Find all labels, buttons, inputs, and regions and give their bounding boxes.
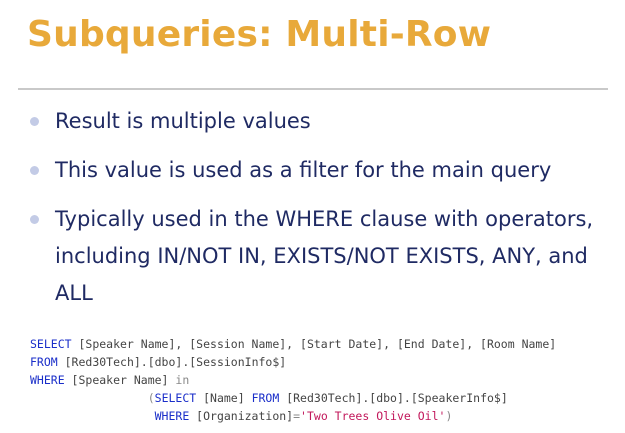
sql-line: WHERE [Organization]='Two Trees Olive Oi… [30, 409, 453, 423]
sql-line: WHERE [Speaker Name] in [30, 373, 189, 387]
sql-indent [30, 391, 148, 405]
bullet-dot-icon [30, 117, 39, 126]
sql-keyword: SELECT [154, 391, 197, 405]
sql-paren: ) [445, 409, 453, 423]
bullet-text: Typically used in the WHERE clause with … [55, 207, 594, 305]
sql-operator: = [293, 409, 301, 423]
sql-text: [Name] [196, 391, 252, 405]
sql-string: 'Two Trees Olive Oil' [300, 409, 446, 423]
sql-code-block: SELECT [Speaker Name], [Session Name], [… [30, 335, 556, 425]
sql-text: [Red30Tech].[dbo].[SpeakerInfo$] [279, 391, 508, 405]
sql-keyword: FROM [251, 391, 280, 405]
sql-indent [30, 409, 155, 423]
bullet-text: Result is multiple values [55, 109, 311, 133]
sql-keyword: WHERE [30, 373, 65, 387]
bullet-item: Result is multiple values [30, 103, 610, 140]
bullet-item: Typically used in the WHERE clause with … [30, 201, 610, 312]
sql-line: FROM [Red30Tech].[dbo].[SessionInfo$] [30, 355, 286, 369]
slide-title: Subqueries: Multi-Row [27, 14, 492, 55]
sql-keyword: WHERE [154, 409, 190, 423]
sql-keyword: FROM [30, 355, 58, 369]
sql-keyword: SELECT [30, 337, 72, 351]
bullet-item: This value is used as a filter for the m… [30, 152, 610, 189]
sql-operator: in [175, 373, 190, 387]
slide: Subqueries: Multi-Row Result is multiple… [0, 0, 625, 433]
bullet-dot-icon [30, 166, 39, 175]
sql-paren: ( [147, 391, 155, 405]
sql-text: [Speaker Name], [Session Name], [Start D… [71, 337, 557, 351]
bullet-text: This value is used as a filter for the m… [55, 158, 552, 182]
sql-line: (SELECT [Name] FROM [Red30Tech].[dbo].[S… [30, 391, 508, 405]
sql-text: [Organization] [189, 409, 294, 423]
sql-line: SELECT [Speaker Name], [Session Name], [… [30, 337, 556, 351]
sql-text: [Red30Tech].[dbo].[SessionInfo$] [57, 355, 287, 369]
title-divider [18, 88, 608, 90]
sql-text: [Speaker Name] [64, 373, 176, 387]
bullet-list: Result is multiple values This value is … [30, 103, 610, 324]
bullet-dot-icon [30, 215, 39, 224]
